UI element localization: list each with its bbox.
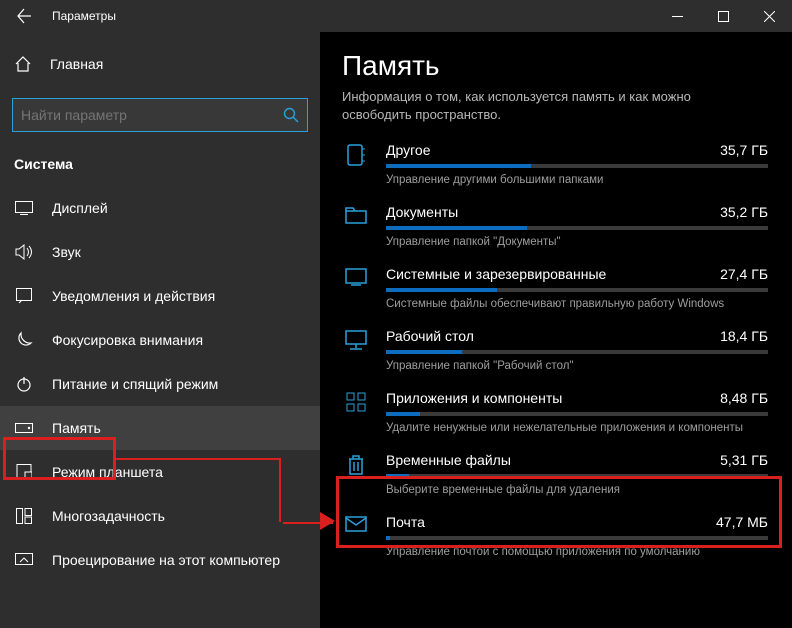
system-icon	[342, 266, 370, 310]
maximize-button[interactable]	[700, 0, 746, 32]
cat-size: 8,48 ГБ	[720, 390, 768, 406]
category-temp[interactable]: Временные файлы 5,31 ГБ Выберите временны…	[342, 452, 768, 496]
projecting-icon	[14, 553, 34, 567]
documents-icon	[342, 204, 370, 248]
nav-label: Уведомления и действия	[52, 288, 215, 304]
cat-name: Рабочий стол	[386, 328, 474, 344]
tablet-icon	[14, 464, 34, 480]
nav-label: Дисплей	[52, 200, 108, 216]
power-icon	[14, 376, 34, 392]
nav-label: Режим планшета	[52, 464, 163, 480]
cat-desc: Управление папкой "Документы"	[386, 236, 768, 248]
sidebar-item-storage[interactable]: Память	[0, 406, 320, 450]
nav-label: Звук	[52, 244, 81, 260]
window-title: Параметры	[48, 9, 654, 23]
close-button[interactable]	[746, 0, 792, 32]
cat-desc: Системные файлы обеспечивают правильную …	[386, 298, 768, 310]
search-input[interactable]	[21, 107, 283, 123]
cat-bar	[386, 288, 768, 292]
cat-desc: Управление другими большими папками	[386, 174, 768, 186]
cat-size: 18,4 ГБ	[720, 328, 768, 344]
cat-desc: Удалите ненужные или нежелательные прило…	[386, 422, 768, 434]
sidebar-item-projecting[interactable]: Проецирование на этот компьютер	[0, 538, 320, 582]
cat-size: 5,31 ГБ	[720, 452, 768, 468]
desktop-icon	[342, 328, 370, 372]
cat-name: Приложения и компоненты	[386, 390, 562, 406]
cat-size: 35,2 ГБ	[720, 204, 768, 220]
cat-name: Почта	[386, 514, 425, 530]
sound-icon	[14, 244, 34, 260]
cat-size: 35,7 ГБ	[720, 142, 768, 158]
nav-label: Многозадачность	[52, 508, 165, 524]
home-icon	[14, 55, 32, 73]
nav-label: Проецирование на этот компьютер	[52, 552, 280, 568]
sidebar-item-focus[interactable]: Фокусировка внимания	[0, 318, 320, 362]
sidebar-item-sound[interactable]: Звук	[0, 230, 320, 274]
sidebar-section-header: Система	[0, 150, 320, 186]
nav-label: Память	[52, 420, 101, 436]
sidebar-home-label: Главная	[50, 56, 103, 72]
trash-icon	[342, 452, 370, 496]
cat-size: 47,7 МБ	[716, 514, 768, 530]
cat-desc: Управление почтой с помощью приложения п…	[386, 546, 768, 558]
back-button[interactable]	[0, 0, 48, 32]
display-icon	[14, 201, 34, 215]
cat-bar	[386, 474, 768, 478]
sidebar-item-multitasking[interactable]: Многозадачность	[0, 494, 320, 538]
focus-icon	[14, 331, 34, 349]
category-apps[interactable]: Приложения и компоненты 8,48 ГБ Удалите н…	[342, 390, 768, 434]
search-icon	[283, 107, 299, 123]
intro-text: Информация о том, как используется памят…	[342, 88, 768, 124]
cat-bar	[386, 350, 768, 354]
minimize-button[interactable]	[654, 0, 700, 32]
notifications-icon	[14, 288, 34, 304]
page-title: Память	[342, 50, 768, 82]
cat-name: Временные файлы	[386, 452, 511, 468]
cat-desc: Выберите временные файлы для удаления	[386, 484, 768, 496]
sidebar-home[interactable]: Главная	[0, 44, 320, 84]
cat-name: Системные и зарезервированные	[386, 266, 606, 282]
sidebar: Главная Система Дисплей Звук Уведомления…	[0, 32, 320, 628]
cat-bar	[386, 164, 768, 168]
cat-bar	[386, 226, 768, 230]
search-input-wrap[interactable]	[12, 98, 308, 132]
cat-name: Другое	[386, 142, 430, 158]
sidebar-item-notifications[interactable]: Уведомления и действия	[0, 274, 320, 318]
apps-icon	[342, 390, 370, 434]
main-panel: Память Информация о том, как используетс…	[320, 32, 792, 628]
cat-desc: Управление папкой "Рабочий стол"	[386, 360, 768, 372]
mail-icon	[342, 514, 370, 558]
sidebar-item-tablet[interactable]: Режим планшета	[0, 450, 320, 494]
cat-name: Документы	[386, 204, 458, 220]
storage-icon	[14, 423, 34, 433]
nav-label: Питание и спящий режим	[52, 376, 218, 392]
category-other[interactable]: Другое 35,7 ГБ Управление другими большим…	[342, 142, 768, 186]
sidebar-item-display[interactable]: Дисплей	[0, 186, 320, 230]
category-desktop[interactable]: Рабочий стол 18,4 ГБ Управление папкой "Р…	[342, 328, 768, 372]
category-system[interactable]: Системные и зарезервированные 27,4 ГБ Сис…	[342, 266, 768, 310]
category-documents[interactable]: Документы 35,2 ГБ Управление папкой "Доку…	[342, 204, 768, 248]
category-mail[interactable]: Почта 47,7 МБ Управление почтой с помощью…	[342, 514, 768, 558]
nav-label: Фокусировка внимания	[52, 332, 203, 348]
other-icon	[342, 142, 370, 186]
sidebar-item-power[interactable]: Питание и спящий режим	[0, 362, 320, 406]
titlebar: Параметры	[0, 0, 792, 32]
cat-size: 27,4 ГБ	[720, 266, 768, 282]
cat-bar	[386, 412, 768, 416]
multitasking-icon	[14, 508, 34, 524]
cat-bar	[386, 536, 768, 540]
